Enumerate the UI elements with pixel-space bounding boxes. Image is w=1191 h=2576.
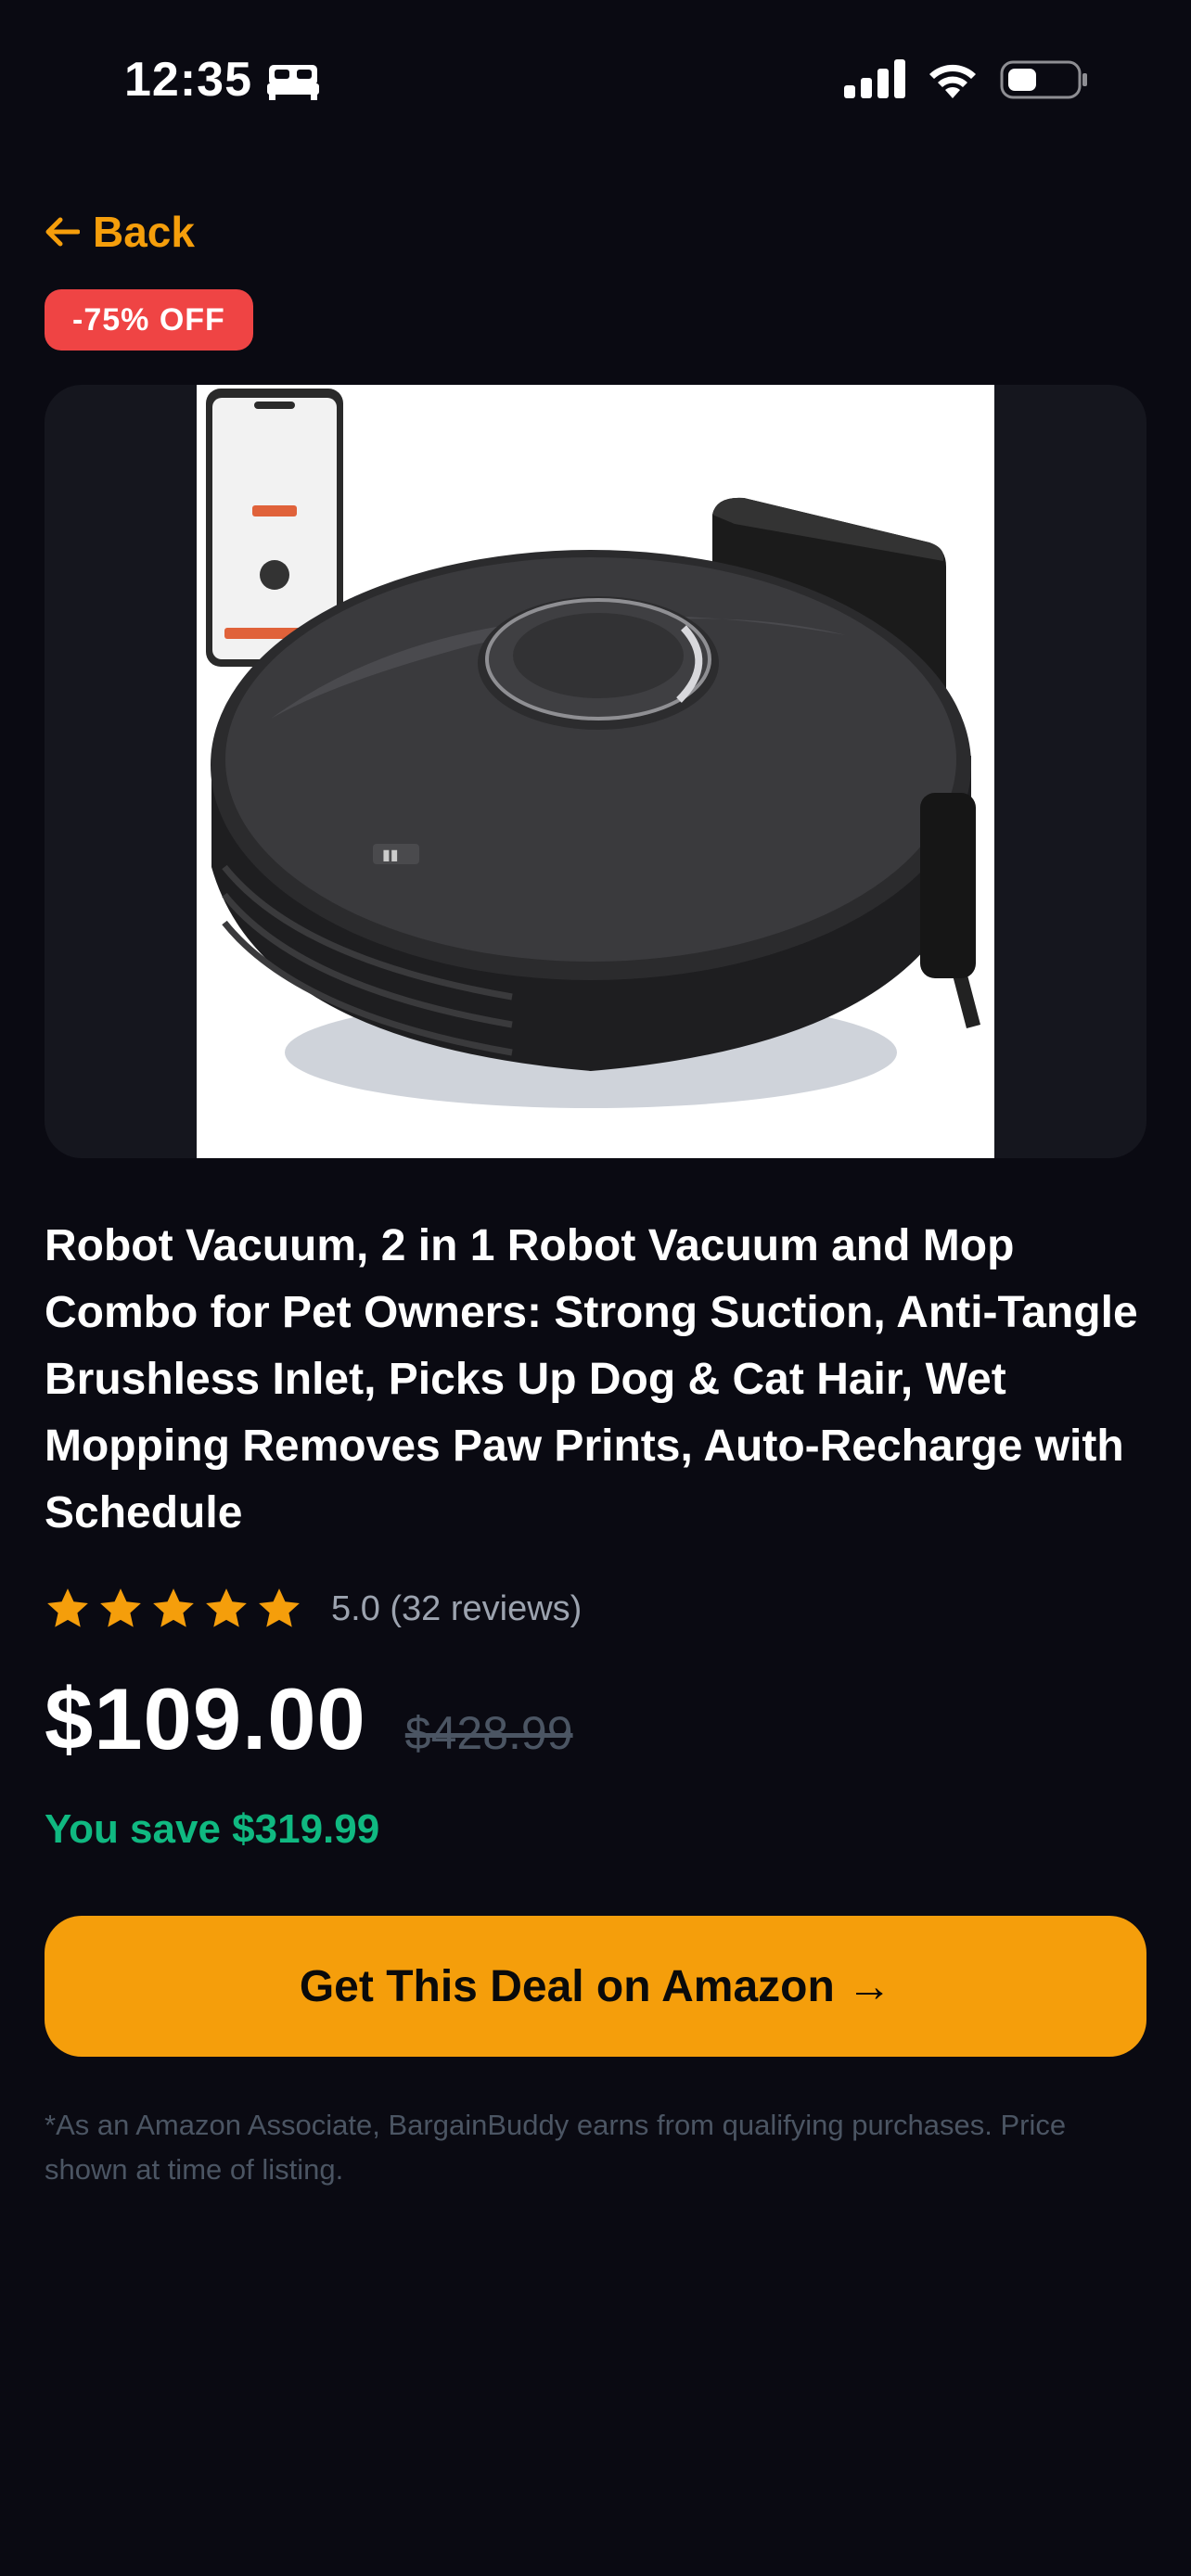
arrow-left-icon [45, 217, 80, 247]
discount-badge: -75% OFF [45, 289, 253, 351]
star-icon [153, 1588, 194, 1627]
back-label: Back [93, 208, 195, 256]
star-icon [259, 1588, 300, 1627]
original-price: $428.99 [404, 1707, 573, 1759]
bed-icon [267, 65, 319, 100]
rating-text: 5.0 (32 reviews) [331, 1588, 583, 1628]
star-icon [100, 1588, 141, 1627]
back-button[interactable]: Back [45, 202, 195, 261]
rating-row: 5.0 (32 reviews) [45, 1576, 582, 1641]
robot-vacuum-image: ▮▮ [206, 389, 980, 1108]
product-image: ▮▮ [197, 385, 994, 1158]
status-time: 12:35 [124, 53, 252, 107]
product-image-card: ▮▮ [45, 385, 1146, 1158]
svg-text:▮▮: ▮▮ [382, 846, 399, 863]
battery-icon [1000, 60, 1087, 99]
star-icon [206, 1588, 247, 1627]
current-price: $109.00 [45, 1670, 366, 1767]
wifi-icon [929, 64, 976, 98]
affiliate-disclaimer: *As an Amazon Associate, BargainBuddy ea… [45, 2109, 1067, 2186]
savings-text: You save $319.99 [45, 1806, 380, 1852]
get-deal-button[interactable]: Get This Deal on Amazon → [45, 1916, 1146, 2057]
star-rating [45, 1586, 309, 1632]
status-bar: 12:35 [0, 0, 1191, 158]
price-row: $109.00 $428.99 [45, 1669, 573, 1771]
star-icon [47, 1588, 88, 1627]
product-title: Robot Vacuum, 2 in 1 Robot Vacuum and Mo… [45, 1221, 1138, 1537]
signal-icon [844, 59, 905, 98]
